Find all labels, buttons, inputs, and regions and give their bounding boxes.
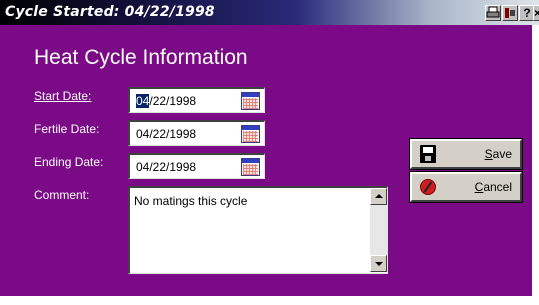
fertile-date-label: Fertile Date:	[34, 122, 100, 136]
ending-date-value[interactable]: 04/22/1998	[136, 160, 196, 174]
start-date-selected-part: 04	[136, 94, 150, 108]
window-edge	[532, 25, 539, 296]
window-bottom-edge	[0, 296, 539, 305]
comment-textarea[interactable]: No matings this cycle	[128, 186, 388, 274]
scroll-up-button[interactable]	[370, 188, 387, 205]
start-date-value[interactable]: 04/22/1998	[136, 94, 196, 108]
print-button[interactable]	[485, 5, 501, 21]
fertile-date-value[interactable]: 04/22/1998	[136, 127, 196, 141]
arrow-down-icon	[375, 262, 383, 266]
tools-button[interactable]	[502, 5, 518, 21]
ending-date-field[interactable]: 04/22/1998	[128, 153, 265, 179]
save-button-label: Save	[484, 147, 512, 161]
calendar-icon[interactable]	[241, 92, 260, 110]
title-bar[interactable]: Cycle Started: 04/22/1998 ? ×	[0, 0, 539, 25]
start-date-rest: /22/1998	[149, 94, 197, 108]
cancel-button-label: Cancel	[474, 180, 512, 194]
start-date-field[interactable]: 04/22/1998	[128, 87, 265, 113]
save-button[interactable]: Save	[409, 138, 523, 170]
arrow-up-icon	[375, 194, 383, 198]
print-icon	[486, 6, 500, 18]
tools-icon	[505, 8, 515, 18]
floppy-disk-icon	[420, 145, 436, 163]
calendar-icon[interactable]	[241, 158, 260, 176]
comment-label: Comment:	[34, 188, 90, 202]
start-date-label: Start Date:	[34, 89, 92, 103]
heat-cycle-window: Cycle Started: 04/22/1998 ? × Heat Cycle…	[0, 0, 539, 305]
scroll-down-button[interactable]	[370, 255, 387, 272]
ending-date-label: Ending Date:	[34, 155, 104, 169]
comment-text: No matings this cycle	[134, 194, 248, 208]
calendar-icon[interactable]	[241, 125, 260, 143]
cancel-button[interactable]: Cancel	[409, 171, 523, 203]
close-button[interactable]: ×	[533, 5, 539, 21]
fertile-date-field[interactable]: 04/22/1998	[128, 120, 265, 146]
cancel-icon	[420, 179, 436, 195]
comment-scrollbar[interactable]	[370, 188, 387, 272]
window-title: Cycle Started: 04/22/1998	[5, 4, 215, 20]
form-heading: Heat Cycle Information	[34, 46, 248, 69]
